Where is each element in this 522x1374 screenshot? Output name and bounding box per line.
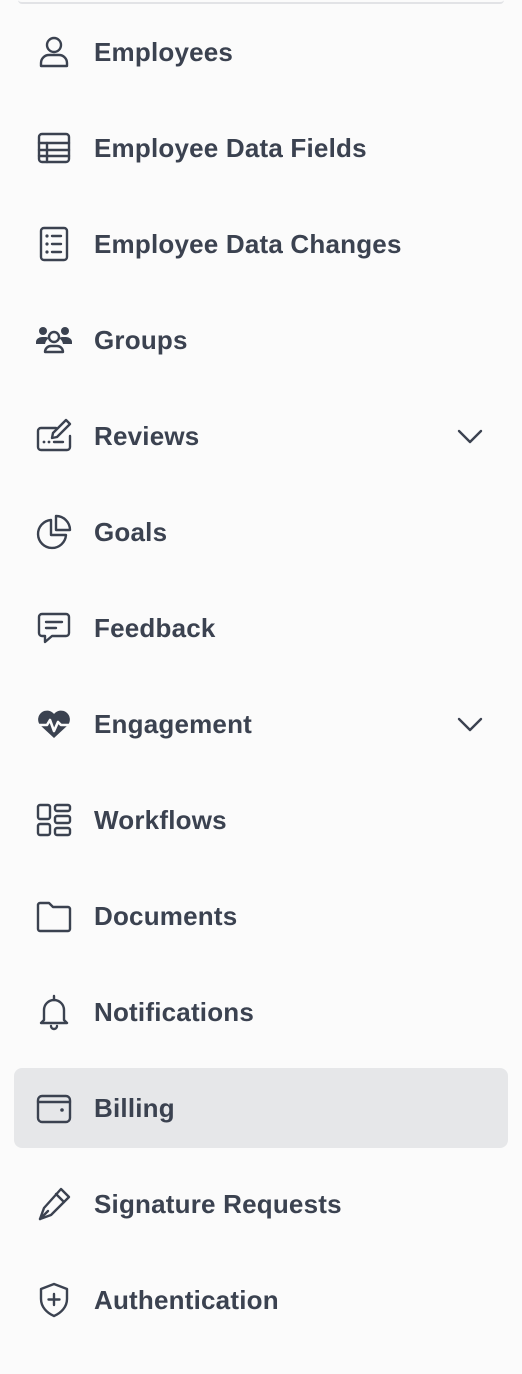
sidebar-item-label: Signature Requests bbox=[94, 1188, 342, 1219]
sidebar-item-label: Employees bbox=[94, 36, 234, 67]
sidebar-item-label: Engagement bbox=[94, 708, 253, 739]
sidebar-item-employee-data-changes[interactable]: Employee Data Changes bbox=[14, 204, 508, 284]
users-group-icon bbox=[32, 318, 76, 362]
signature-edit-icon bbox=[32, 414, 76, 458]
sidebar-item-documents[interactable]: Documents bbox=[14, 876, 508, 956]
sidebar-item-label: Authentication bbox=[94, 1284, 279, 1315]
top-divider bbox=[18, 0, 504, 4]
shield-plus-icon bbox=[32, 1278, 76, 1322]
sidebar-item-label: Notifications bbox=[94, 996, 255, 1027]
sidebar-item-label: Billing bbox=[94, 1092, 175, 1123]
sidebar-item-authentication[interactable]: Authentication bbox=[14, 1260, 508, 1340]
folder-icon bbox=[32, 894, 76, 938]
sidebar-item-label: Feedback bbox=[94, 612, 216, 643]
sidebar-item-label: Goals bbox=[94, 516, 168, 547]
wallet-icon bbox=[32, 1086, 76, 1130]
sidebar-item-workflows[interactable]: Workflows bbox=[14, 780, 508, 860]
sidebar-item-goals[interactable]: Goals bbox=[14, 492, 508, 572]
sidebar-item-reviews[interactable]: Reviews bbox=[14, 396, 508, 476]
sidebar-item-signature-requests[interactable]: Signature Requests bbox=[14, 1164, 508, 1244]
table-icon bbox=[32, 126, 76, 170]
sidebar-item-label: Workflows bbox=[94, 804, 227, 835]
sidebar-item-label: Groups bbox=[94, 324, 188, 355]
sidebar-item-billing[interactable]: Billing bbox=[14, 1068, 508, 1148]
message-icon bbox=[32, 606, 76, 650]
sidebar-item-label: Documents bbox=[94, 900, 238, 931]
chevron-down-icon[interactable] bbox=[454, 708, 486, 740]
chevron-down-icon[interactable] bbox=[454, 420, 486, 452]
sidebar-item-employee-data-fields[interactable]: Employee Data Fields bbox=[14, 108, 508, 188]
layout-grid-icon bbox=[32, 798, 76, 842]
sidebar-item-feedback[interactable]: Feedback bbox=[14, 588, 508, 668]
sidebar-item-notifications[interactable]: Notifications bbox=[14, 972, 508, 1052]
sidebar-item-label: Employee Data Fields bbox=[94, 132, 367, 163]
pen-icon bbox=[32, 1182, 76, 1226]
sidebar-nav: Employees Employee Data Fields Employee … bbox=[14, 12, 508, 1356]
sidebar-item-label: Employee Data Changes bbox=[94, 228, 402, 259]
sidebar-item-engagement[interactable]: Engagement bbox=[14, 684, 508, 764]
pie-chart-icon bbox=[32, 510, 76, 554]
sidebar-item-label: Reviews bbox=[94, 420, 200, 451]
heart-pulse-icon bbox=[32, 702, 76, 746]
sidebar-item-employees[interactable]: Employees bbox=[14, 12, 508, 92]
user-icon bbox=[32, 30, 76, 74]
list-document-icon bbox=[32, 222, 76, 266]
sidebar-item-groups[interactable]: Groups bbox=[14, 300, 508, 380]
bell-icon bbox=[32, 990, 76, 1034]
